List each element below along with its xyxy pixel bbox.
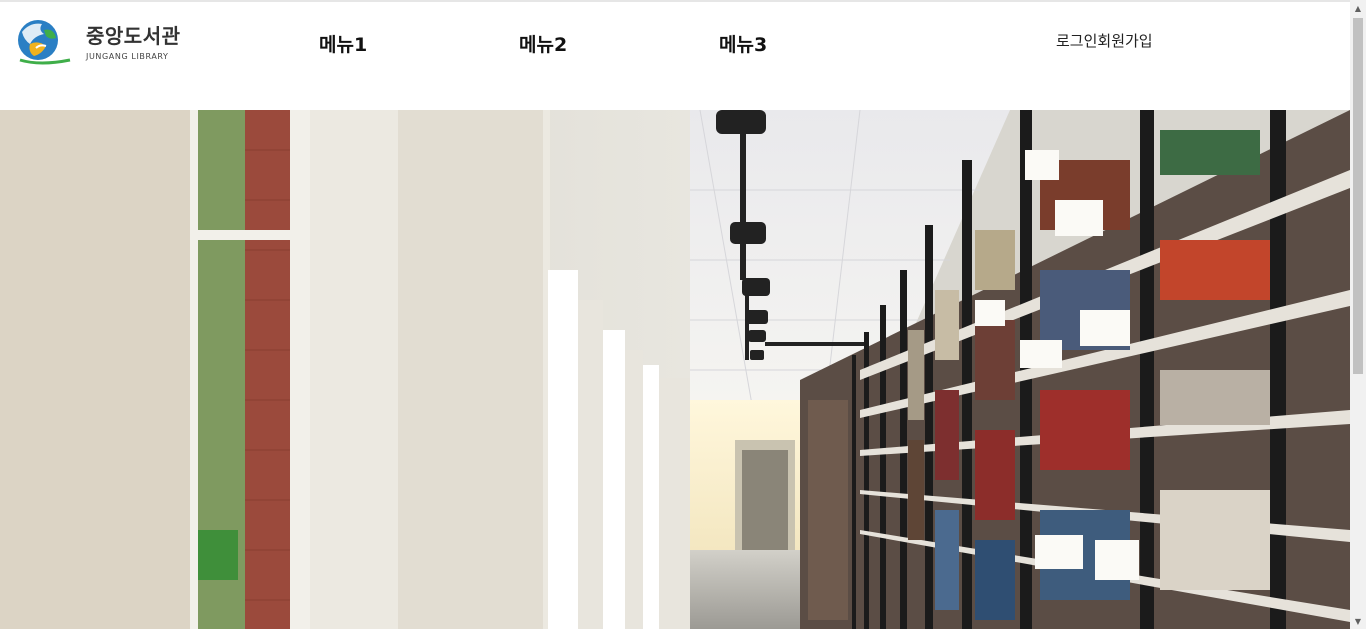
scroll-down-arrow-icon[interactable]: ▼ bbox=[1350, 613, 1366, 629]
vertical-scrollbar[interactable]: ▲ ▼ bbox=[1350, 0, 1366, 629]
main-nav: 메뉴1 메뉴2 메뉴3 bbox=[0, 30, 1000, 60]
signup-link[interactable]: 회원가입 bbox=[1097, 30, 1152, 51]
nav-menu-1[interactable]: 메뉴1 bbox=[319, 30, 367, 57]
auth-links: 로그인 회원가입 bbox=[1056, 30, 1153, 51]
scroll-up-arrow-icon[interactable]: ▲ bbox=[1350, 0, 1366, 16]
page: 중앙도서관 JUNGANG LIBRARY 메뉴1 메뉴2 메뉴3 로그인 회원… bbox=[0, 0, 1366, 629]
hero-banner bbox=[0, 110, 1350, 629]
site-header: 중앙도서관 JUNGANG LIBRARY 메뉴1 메뉴2 메뉴3 로그인 회원… bbox=[0, 0, 1350, 110]
nav-menu-3[interactable]: 메뉴3 bbox=[719, 30, 767, 57]
scroll-thumb[interactable] bbox=[1353, 18, 1363, 374]
library-corridor-photo bbox=[0, 110, 1350, 629]
login-link[interactable]: 로그인 bbox=[1056, 30, 1097, 51]
nav-menu-2[interactable]: 메뉴2 bbox=[519, 30, 567, 57]
